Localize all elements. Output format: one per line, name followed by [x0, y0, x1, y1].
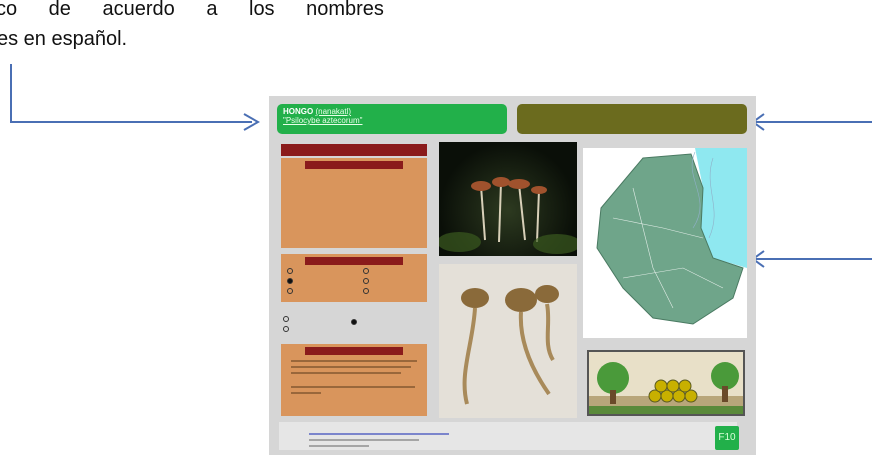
- option: [363, 278, 371, 284]
- mushroom-photo-dried: [439, 264, 577, 418]
- option: [351, 319, 359, 325]
- slide: HONGO (nanakatl) "Psilocybe aztecorum" F…: [269, 96, 756, 455]
- notes-card-bar: [305, 347, 403, 355]
- dried-mushroom-illustration: [461, 285, 559, 405]
- options-card-bar: [305, 257, 403, 265]
- header-scientific-name[interactable]: "Psilocybe aztecorum": [283, 116, 363, 125]
- right-arrow-top: [751, 113, 872, 131]
- data-card-bar: [305, 161, 403, 169]
- options-card: [281, 254, 427, 302]
- footer-line-1: [309, 433, 449, 435]
- option: [287, 278, 295, 284]
- footer-sources: [279, 422, 737, 450]
- mushroom-photo-dark: [439, 142, 577, 256]
- footer-line-2: [309, 439, 419, 441]
- habitat-options: [281, 306, 427, 342]
- left-arrow: [10, 64, 261, 131]
- option: [283, 326, 291, 332]
- map-illustration: [596, 148, 747, 325]
- option: [363, 268, 371, 274]
- option: [287, 288, 295, 294]
- footer-line-3: [309, 445, 369, 447]
- forest-scene: [587, 350, 745, 416]
- distribution-map: [583, 148, 747, 338]
- description-bar: [281, 144, 427, 156]
- data-card: [281, 158, 427, 248]
- notes-card: [281, 344, 427, 416]
- page-badge: F10: [715, 426, 739, 450]
- classification-header: [517, 104, 747, 134]
- right-arrow-bottom: [751, 250, 872, 268]
- header-title: HONGO: [283, 107, 314, 116]
- option: [363, 288, 371, 294]
- option: [287, 268, 295, 274]
- header-common-name[interactable]: (nanakatl): [315, 107, 351, 116]
- option: [283, 316, 291, 322]
- forest-illustration: [589, 362, 743, 414]
- mushroom-illustration: [439, 177, 577, 254]
- species-header: HONGO (nanakatl) "Psilocybe aztecorum": [277, 104, 507, 134]
